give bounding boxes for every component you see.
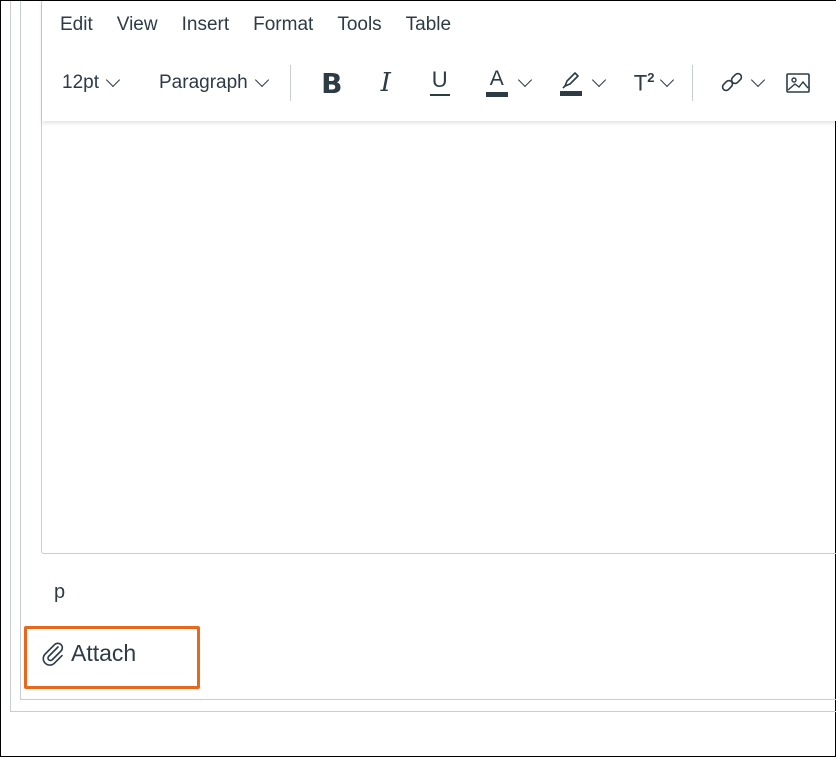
menu-format[interactable]: Format [253,13,313,37]
chevron-down-icon [660,72,675,88]
highlight-color-button[interactable] [559,70,606,96]
text-color-icon: A [485,68,508,97]
chevron-down-icon [105,72,121,88]
italic-icon: I [380,68,391,98]
screenshot-frame: Edit View Insert Format Tools Table 12pt… [0,0,836,757]
underline-button[interactable]: U [428,69,452,96]
attach-button[interactable]: Attach [39,639,136,667]
chevron-down-icon [751,72,766,88]
link-button[interactable] [719,70,766,96]
chevron-down-icon [254,72,269,88]
superscript-icon: T2 [633,69,655,96]
paperclip-icon [42,642,64,666]
font-size-dropdown[interactable]: 12pt [62,72,132,94]
formatting-toolbar: 12pt Paragraph B I U A T2 [62,65,811,101]
menu-edit[interactable]: Edit [60,13,93,37]
block-format-value: Paragraph [159,72,248,93]
image-icon [786,73,811,93]
chevron-down-icon [591,72,606,88]
menu-tools[interactable]: Tools [337,13,381,37]
text-color-button[interactable]: A [485,68,532,97]
editor-menubar: Edit View Insert Format Tools Table [60,13,475,37]
menu-table[interactable]: Table [406,13,451,37]
bold-icon: B [321,66,343,100]
underline-icon: U [429,69,450,96]
link-icon [722,72,743,92]
element-path-status[interactable]: p [54,581,65,604]
bold-button[interactable]: B [318,67,346,100]
italic-button[interactable]: I [374,68,398,98]
menu-view[interactable]: View [117,13,158,37]
attach-label: Attach [71,639,137,666]
toolbar-divider [692,65,694,101]
highlighter-icon [559,70,582,96]
image-button[interactable] [785,71,811,95]
menu-insert[interactable]: Insert [182,13,230,37]
block-format-dropdown[interactable]: Paragraph [159,72,269,94]
chevron-down-icon [517,72,532,88]
superscript-button[interactable]: T2 [633,69,675,96]
toolbar-divider [289,65,291,101]
font-size-value: 12pt [62,72,99,93]
editor-toolbar-area: Edit View Insert Format Tools Table 12pt… [42,1,836,121]
